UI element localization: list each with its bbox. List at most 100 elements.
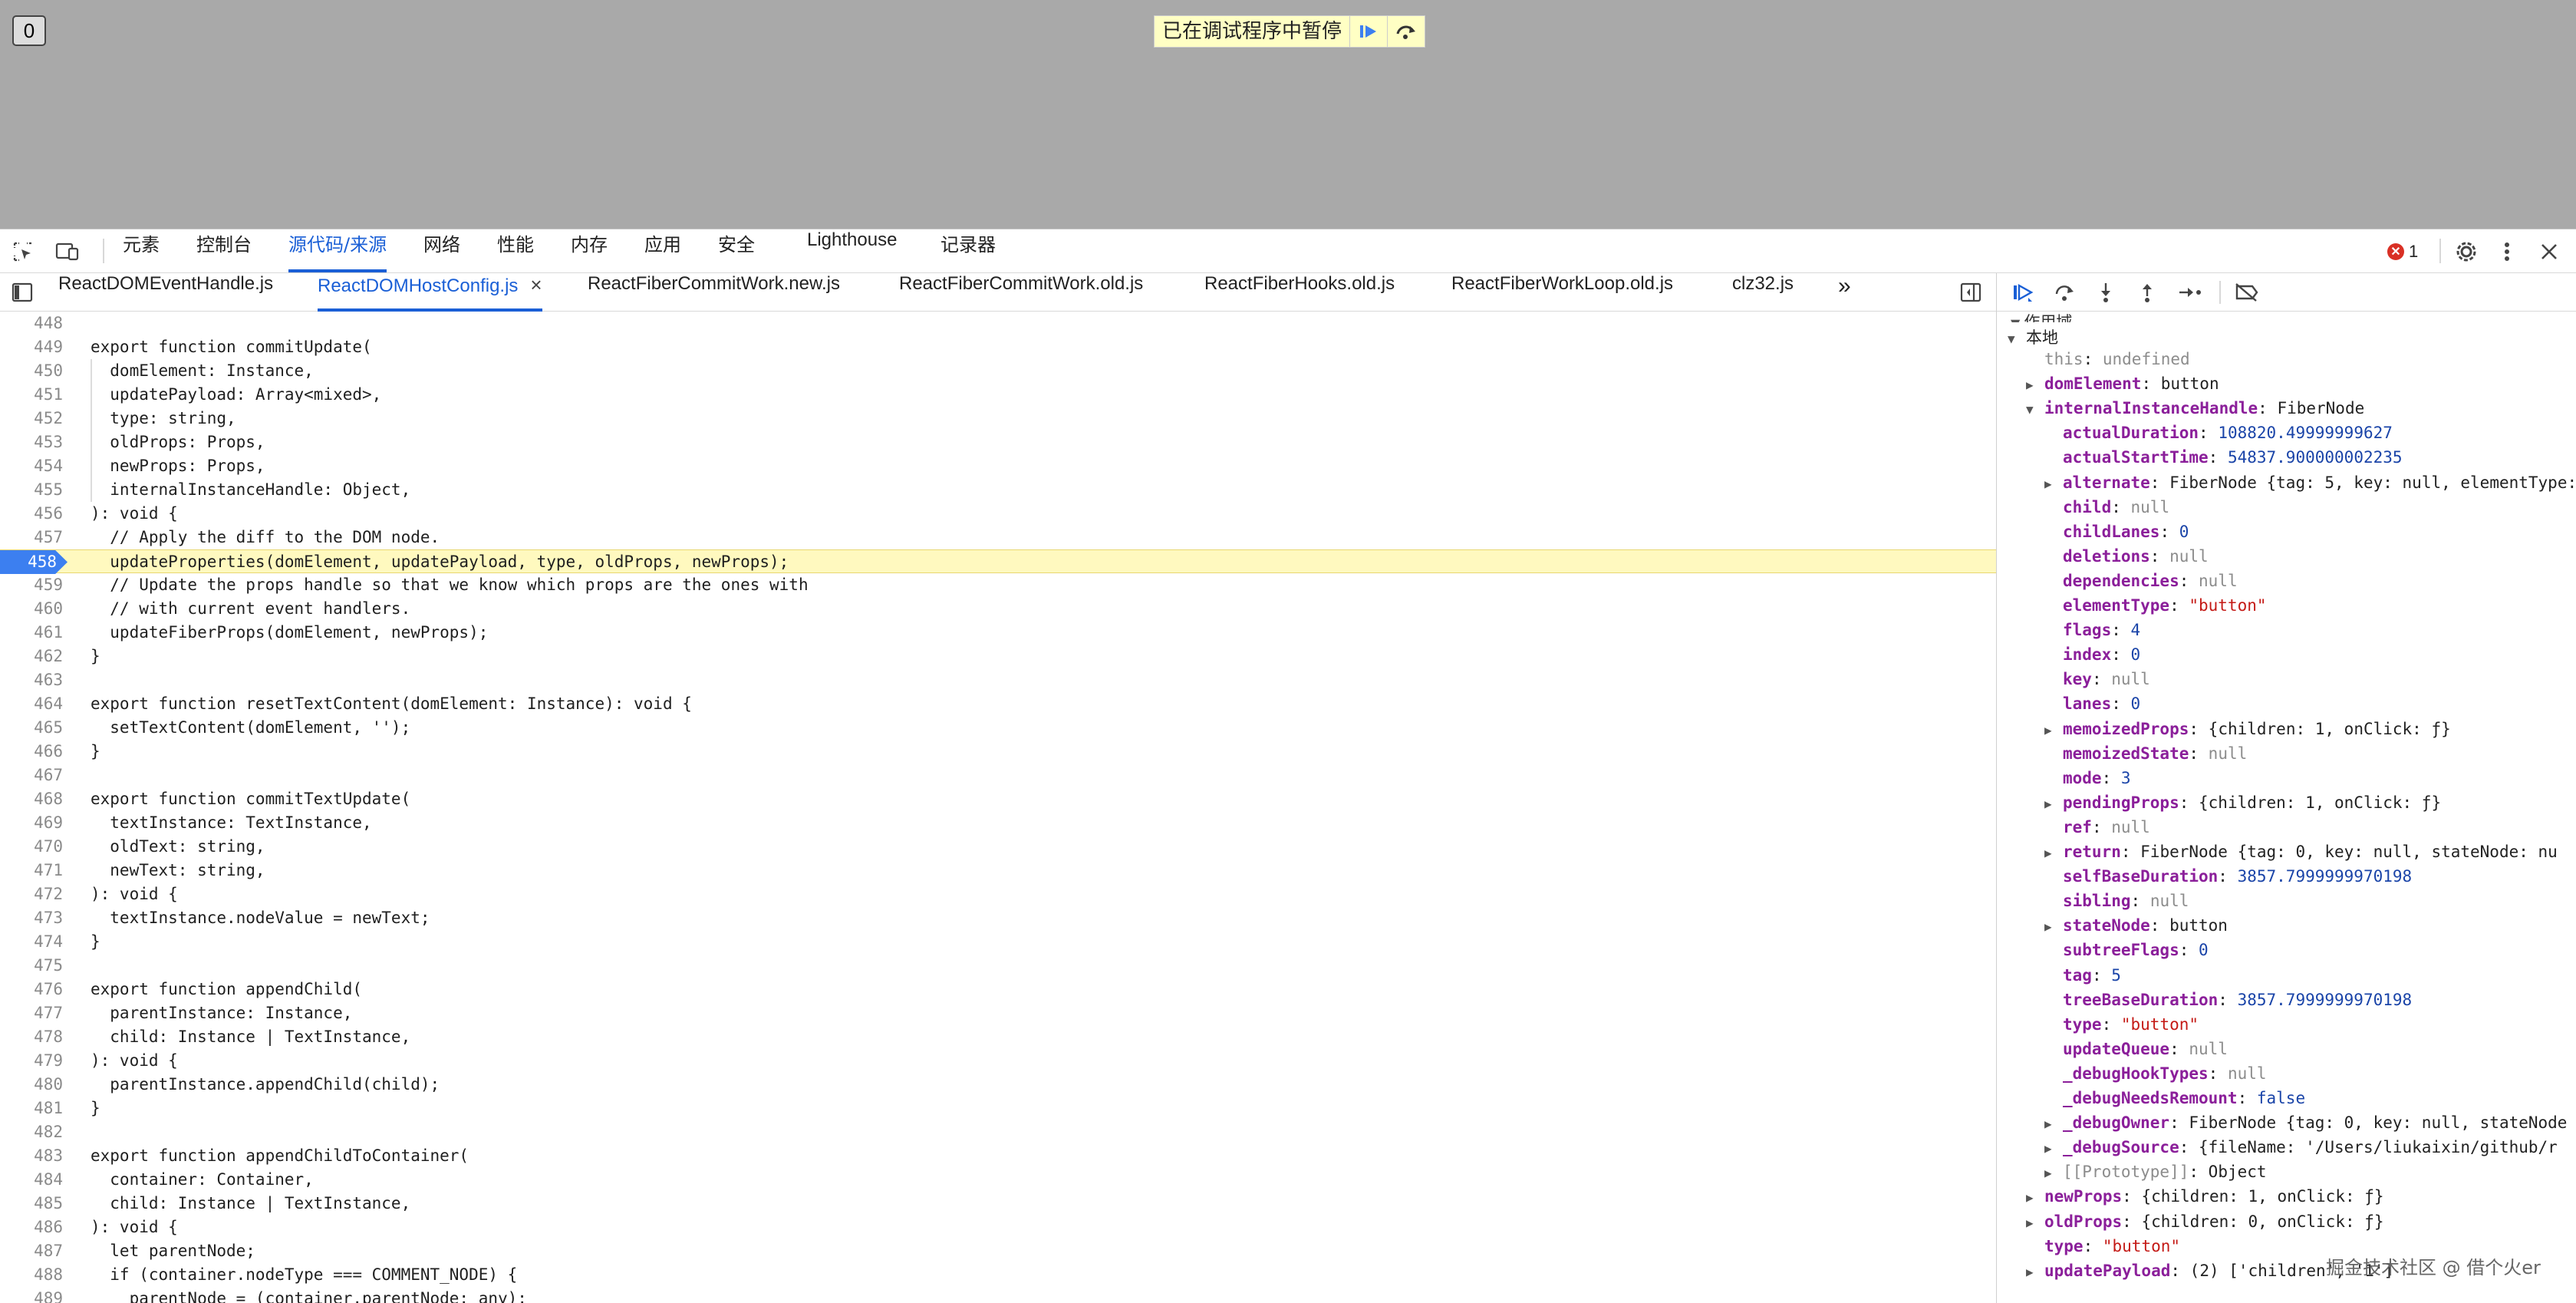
scope-variable-row[interactable]: ▶ pendingProps: {children: 1, onClick: ƒ} [2044, 793, 2441, 818]
scope-variable-row[interactable]: flags: 4 [2044, 621, 2140, 645]
file-tab-reactfibercommitwork-new[interactable]: ReactFiberCommitWork.new.js [588, 273, 840, 312]
code-line[interactable]: 478 child: Instance | TextInstance, [0, 1025, 1996, 1049]
scope-variable-row[interactable]: this: undefined [2026, 350, 2190, 374]
more-options-icon[interactable] [2498, 239, 2516, 265]
line-number[interactable]: 453 [0, 430, 63, 454]
code-line[interactable]: 481} [0, 1097, 1996, 1120]
line-number[interactable]: 474 [0, 930, 63, 954]
chevron-right-icon[interactable]: ▶ [2026, 1265, 2044, 1279]
scope-variable-row[interactable]: ▶ return: FiberNode {tag: 0, key: null, s… [2044, 843, 2558, 867]
tab-network[interactable]: 网络 [423, 229, 460, 272]
tab-application[interactable]: 应用 [644, 229, 681, 272]
toggle-navigator-icon[interactable] [9, 281, 35, 304]
step-over-icon[interactable] [2051, 281, 2078, 304]
chevron-down-icon[interactable]: ▼ [2026, 402, 2044, 417]
line-number[interactable]: 468 [0, 787, 63, 811]
code-line[interactable]: 449 export function commitUpdate( [0, 335, 1996, 359]
code-line[interactable]: 454 newProps: Props, [0, 454, 1996, 478]
line-number[interactable]: 486 [0, 1216, 63, 1239]
scope-variable-row[interactable]: ▶ memoizedProps: {children: 1, onClick: ƒ… [2044, 720, 2451, 744]
scope-variable-row[interactable]: updateQueue: null [2044, 1040, 2228, 1064]
tab-sources[interactable]: 源代码/来源 [288, 229, 387, 272]
step-icon[interactable] [2175, 281, 2205, 304]
code-line[interactable]: 474} [0, 930, 1996, 954]
line-number[interactable]: 458 [0, 550, 68, 574]
line-number[interactable]: 476 [0, 978, 63, 1001]
scope-variable-row[interactable]: index: 0 [2044, 645, 2140, 670]
line-number[interactable]: 473 [0, 906, 63, 930]
line-number[interactable]: 448 [0, 312, 63, 335]
code-line[interactable]: 451 updatePayload: Array<mixed>, [0, 383, 1996, 407]
scope-variable-row[interactable]: ▶ alternate: FiberNode {tag: 5, key: null… [2044, 473, 2576, 498]
line-number[interactable]: 460 [0, 597, 63, 621]
code-line[interactable]: 472): void { [0, 882, 1996, 906]
line-number[interactable]: 457 [0, 526, 63, 549]
code-line[interactable]: 457 // Apply the diff to the DOM node. [0, 526, 1996, 549]
code-line[interactable]: 463 [0, 668, 1996, 692]
scope-variable-row[interactable]: ▶ stateNode: button [2044, 916, 2228, 941]
chevron-right-icon[interactable]: ▶ [2044, 723, 2063, 737]
scope-variable-row[interactable]: ref: null [2044, 818, 2150, 843]
line-number[interactable]: 459 [0, 573, 63, 597]
code-line[interactable]: 482 [0, 1120, 1996, 1144]
code-line[interactable]: 453 oldProps: Props, [0, 430, 1996, 454]
scope-variable-row[interactable]: actualDuration: 108820.49999999627 [2044, 424, 2393, 448]
line-number[interactable]: 467 [0, 764, 63, 787]
code-line[interactable]: 479): void { [0, 1049, 1996, 1073]
code-line[interactable]: 484 container: Container, [0, 1168, 1996, 1192]
line-number[interactable]: 480 [0, 1073, 63, 1097]
scope-variable-row[interactable]: _debugNeedsRemount: false [2044, 1089, 2305, 1113]
chevron-right-icon[interactable]: ▶ [2044, 919, 2063, 934]
inspect-element-icon[interactable] [11, 240, 35, 263]
code-line[interactable]: 468 export function commitTextUpdate( [0, 787, 1996, 811]
scope-variable-row[interactable]: ▶ oldProps: {children: 0, onClick: ƒ} [2026, 1212, 2384, 1237]
file-tab-clz32[interactable]: clz32.js [1732, 273, 1794, 312]
scope-variable-row[interactable]: ▼ internalInstanceHandle: FiberNode [2026, 399, 2364, 424]
scope-variable-row[interactable]: child: null [2044, 498, 2169, 523]
scope-variable-row[interactable]: type: "button" [2026, 1237, 2180, 1262]
scope-variable-row[interactable]: childLanes: 0 [2044, 523, 2189, 547]
code-line-current[interactable]: 458 updateProperties(domElement, updateP… [0, 549, 1996, 574]
line-number[interactable]: 464 [0, 692, 63, 716]
line-number[interactable]: 470 [0, 835, 63, 859]
code-line[interactable]: 477 parentInstance: Instance, [0, 1001, 1996, 1025]
scope-variable-row[interactable]: mode: 3 [2044, 769, 2131, 793]
close-devtools-icon[interactable] [2536, 239, 2562, 265]
line-number[interactable]: 454 [0, 454, 63, 478]
tab-recorder[interactable]: 记录器 [940, 229, 996, 272]
scope-variable-row[interactable]: deletions: null [2044, 547, 2209, 572]
counter-button[interactable]: 0 [12, 15, 46, 46]
tab-security[interactable]: 安全 [718, 229, 755, 272]
line-number[interactable]: 449 [0, 335, 63, 359]
line-number[interactable]: 456 [0, 502, 63, 526]
line-number[interactable]: 461 [0, 621, 63, 645]
chevron-right-icon[interactable]: ▶ [2026, 1190, 2044, 1205]
scope-variable-row[interactable]: treeBaseDuration: 3857.7999999970198 [2044, 991, 2412, 1015]
line-number[interactable]: 455 [0, 478, 63, 502]
scope-variable-row[interactable]: tag: 5 [2044, 966, 2121, 991]
code-line[interactable]: 471 newText: string, [0, 859, 1996, 882]
code-line[interactable]: 455 internalInstanceHandle: Object, [0, 478, 1996, 502]
scope-variable-row[interactable]: selfBaseDuration: 3857.7999999970198 [2044, 867, 2412, 892]
file-tab-reactfiberhooks-old[interactable]: ReactFiberHooks.old.js [1204, 273, 1395, 312]
scope-variable-row[interactable]: memoizedState: null [2044, 744, 2247, 769]
code-line[interactable]: 467 [0, 764, 1996, 787]
line-number[interactable]: 450 [0, 359, 63, 383]
scope-variable-row[interactable]: type: "button" [2044, 1015, 2199, 1040]
line-number[interactable]: 462 [0, 645, 63, 668]
code-line[interactable]: 462} [0, 645, 1996, 668]
chevron-right-icon[interactable]: ▶ [2026, 378, 2044, 392]
toggle-debugger-icon[interactable] [1958, 281, 1984, 304]
scope-variable-row[interactable]: _debugHookTypes: null [2044, 1064, 2267, 1089]
scope-variable-row[interactable]: elementType: "button" [2044, 596, 2267, 621]
code-line[interactable]: 466} [0, 740, 1996, 764]
line-number[interactable]: 466 [0, 740, 63, 764]
code-line[interactable]: 448 [0, 312, 1996, 335]
code-line[interactable]: 460 // with current event handlers. [0, 597, 1996, 621]
scope-variable-row[interactable]: ▶ _debugSource: {fileName: '/Users/liukai… [2044, 1138, 2558, 1163]
error-counter[interactable]: ✕ 1 [2387, 240, 2418, 263]
line-number[interactable]: 451 [0, 383, 63, 407]
chevron-right-icon[interactable]: ▶ [2044, 1117, 2063, 1131]
scope-variable-row[interactable]: subtreeFlags: 0 [2044, 941, 2209, 965]
scope-variable-row[interactable]: ▶ _debugOwner: FiberNode {tag: 0, key: nu… [2044, 1113, 2567, 1138]
